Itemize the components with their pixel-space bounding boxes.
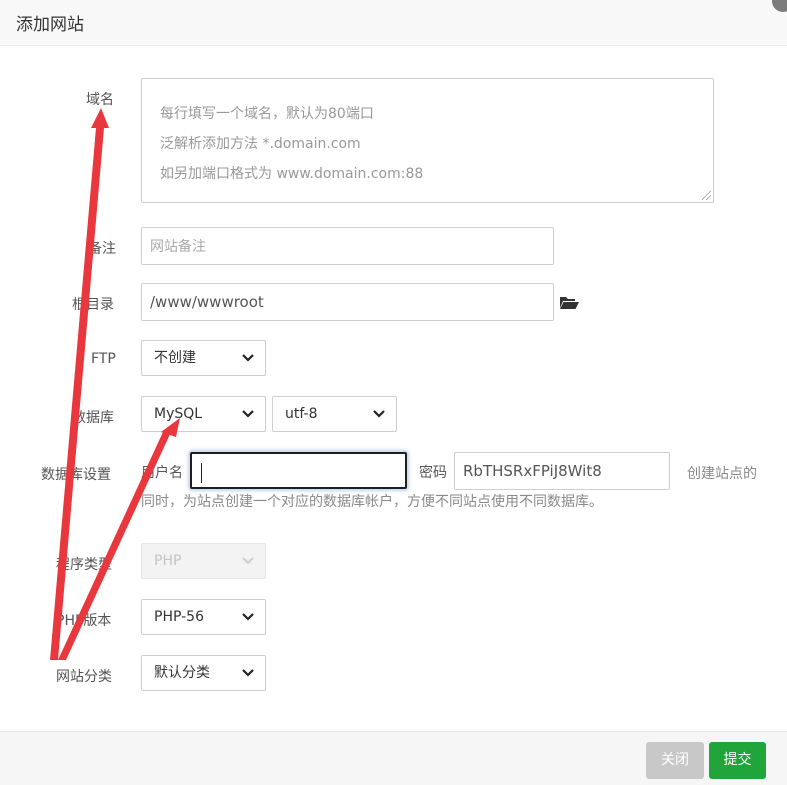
php-version-selected: PHP-56 — [154, 609, 204, 625]
program-type-select: PHP — [141, 543, 266, 579]
dialog-title: 添加网站 — [16, 15, 84, 35]
database-charset-selected: utf-8 — [285, 406, 318, 422]
root-dir-value: /www/wwwroot — [150, 293, 264, 311]
domain-placeholder-line: 泛解析添加方法 *.domain.com — [160, 136, 361, 152]
domain-placeholder-line: 如另加端口格式为 www.domain.com:88 — [160, 166, 424, 182]
annotation-arrow-shaft — [50, 128, 104, 660]
close-button[interactable]: 关闭 — [646, 742, 704, 779]
dialog-header: 添加网站 — [0, 0, 787, 46]
db-password-value: RbTHSRxFPiJ8Wit8 — [463, 462, 602, 480]
program-type-label: 程序类型 — [56, 557, 112, 573]
ftp-select[interactable]: 不创建 — [141, 340, 266, 376]
root-dir-label: 根目录 — [72, 297, 114, 313]
ftp-label: FTP — [91, 351, 116, 367]
db-username-input[interactable] — [190, 452, 407, 489]
php-version-label: PHP版本 — [56, 613, 112, 629]
domain-textarea[interactable]: 每行填写一个域名，默认为80端口 泛解析添加方法 *.domain.com 如另… — [141, 78, 714, 203]
php-version-select[interactable]: PHP-56 — [141, 599, 266, 635]
db-settings-note-1: 创建站点的 — [687, 466, 757, 482]
database-label: 数据库 — [72, 410, 114, 426]
db-settings-label: 数据库设置 — [41, 467, 111, 483]
chevron-down-icon — [242, 613, 254, 621]
chevron-down-icon — [242, 669, 254, 677]
site-category-label: 网站分类 — [56, 669, 112, 685]
remark-placeholder: 网站备注 — [150, 239, 206, 255]
folder-open-icon[interactable] — [559, 295, 579, 310]
database-charset-select[interactable]: utf-8 — [272, 396, 397, 432]
chevron-down-icon — [242, 410, 254, 418]
database-type-selected: MySQL — [154, 406, 203, 422]
chevron-down-icon — [242, 354, 254, 362]
remark-input[interactable]: 网站备注 — [141, 227, 554, 265]
database-type-select[interactable]: MySQL — [141, 396, 266, 432]
domain-label: 域名 — [86, 92, 114, 108]
db-username-label: 用户名 — [141, 465, 183, 481]
db-password-input[interactable]: RbTHSRxFPiJ8Wit8 — [454, 452, 670, 490]
site-category-selected: 默认分类 — [154, 665, 210, 681]
db-settings-note-2: 同时，为站点创建一个对应的数据库帐户，方便不同站点使用不同数据库。 — [141, 494, 603, 510]
root-dir-input[interactable]: /www/wwwroot — [141, 283, 554, 321]
text-caret — [201, 462, 202, 483]
chevron-down-icon — [373, 410, 385, 418]
db-password-label: 密码 — [419, 465, 447, 481]
resize-handle[interactable] — [702, 191, 711, 200]
site-category-select[interactable]: 默认分类 — [141, 655, 266, 691]
remark-label: 备注 — [88, 241, 116, 257]
program-type-selected: PHP — [154, 553, 182, 569]
domain-placeholder-line: 每行填写一个域名，默认为80端口 — [160, 106, 374, 122]
annotation-arrow-head — [91, 108, 109, 128]
chevron-down-icon — [242, 557, 254, 565]
ftp-selected: 不创建 — [154, 350, 196, 366]
submit-button[interactable]: 提交 — [709, 742, 766, 779]
